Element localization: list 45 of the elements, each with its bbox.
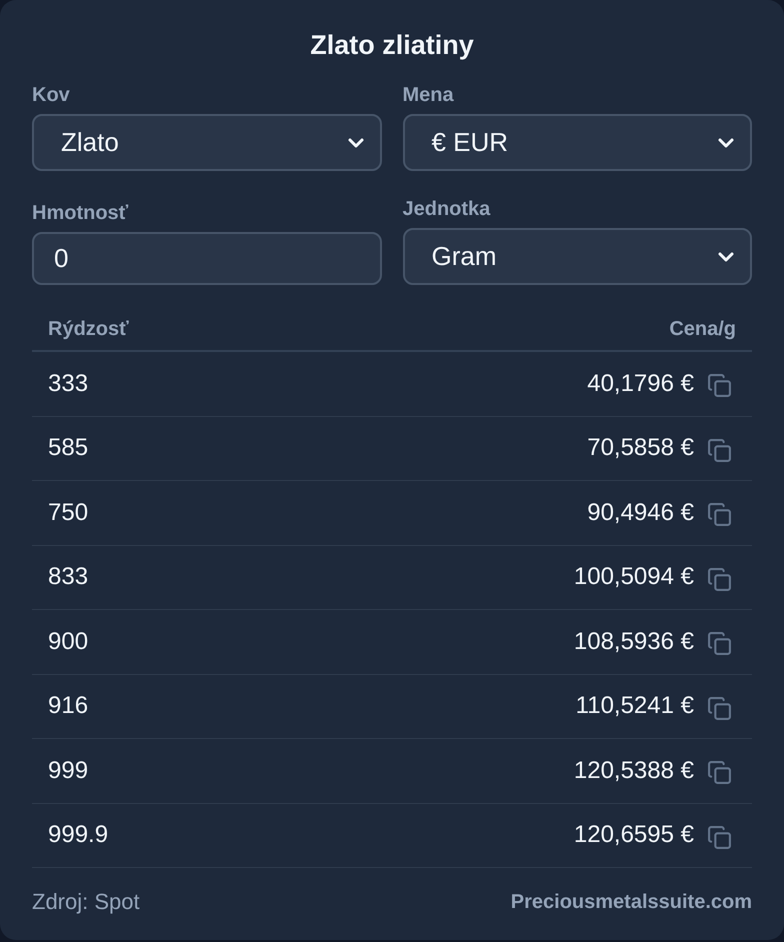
copy-button[interactable]: [707, 824, 732, 850]
purity-cell: 999.9: [48, 821, 108, 850]
copy-icon: [707, 438, 732, 463]
price-cell: 108,5936 €: [574, 628, 694, 656]
purity-cell: 999: [48, 756, 88, 785]
unit-select[interactable]: Gram: [402, 228, 752, 285]
weight-input[interactable]: 0: [32, 232, 382, 285]
widget-title: Zlato zliatiny: [309, 29, 475, 62]
copy-icon: [707, 824, 732, 850]
purity-cell: 750: [48, 498, 88, 527]
copy-icon: [707, 631, 732, 656]
field-label: Jednotka: [402, 198, 492, 220]
purity-cell: 900: [48, 628, 88, 656]
purity-cell: 916: [48, 692, 88, 720]
column-header: Cena/g: [669, 318, 736, 340]
metal-select[interactable]: Zlato: [32, 114, 382, 171]
field-label: Mena: [402, 84, 455, 106]
field-label: Kov: [32, 84, 71, 106]
price-cell: 90,4946 €: [587, 498, 694, 527]
copy-button[interactable]: [707, 631, 732, 656]
copy-icon: [707, 373, 732, 398]
purity-cell: 833: [48, 563, 88, 592]
purity-cell: 585: [48, 434, 88, 462]
copy-button[interactable]: [707, 696, 732, 721]
field-label: Hmotnosť: [32, 202, 130, 224]
price-cell: 110,5241 €: [576, 692, 694, 720]
price-cell: 40,1796 €: [587, 370, 694, 398]
price-cell: 120,6595 €: [574, 821, 694, 850]
source-text: Zdroj: Spot: [32, 889, 140, 915]
copy-button[interactable]: [707, 438, 732, 463]
price-cell: 120,5388 €: [574, 756, 694, 785]
column-header: Rýdzosť: [48, 318, 129, 340]
copy-button[interactable]: [707, 373, 732, 398]
website-link[interactable]: Preciousmetalssuite.com: [510, 890, 752, 914]
copy-icon: [707, 566, 732, 592]
copy-button[interactable]: [707, 566, 732, 592]
copy-icon: [707, 502, 732, 528]
price-cell: 100,5094 €: [574, 563, 694, 592]
copy-button[interactable]: [707, 760, 732, 786]
purity-cell: 333: [48, 370, 88, 398]
currency-select[interactable]: € EUR: [402, 114, 752, 171]
copy-icon: [707, 760, 732, 786]
copy-button[interactable]: [707, 502, 732, 528]
copy-icon: [707, 696, 732, 721]
price-cell: 70,5858 €: [587, 434, 694, 462]
